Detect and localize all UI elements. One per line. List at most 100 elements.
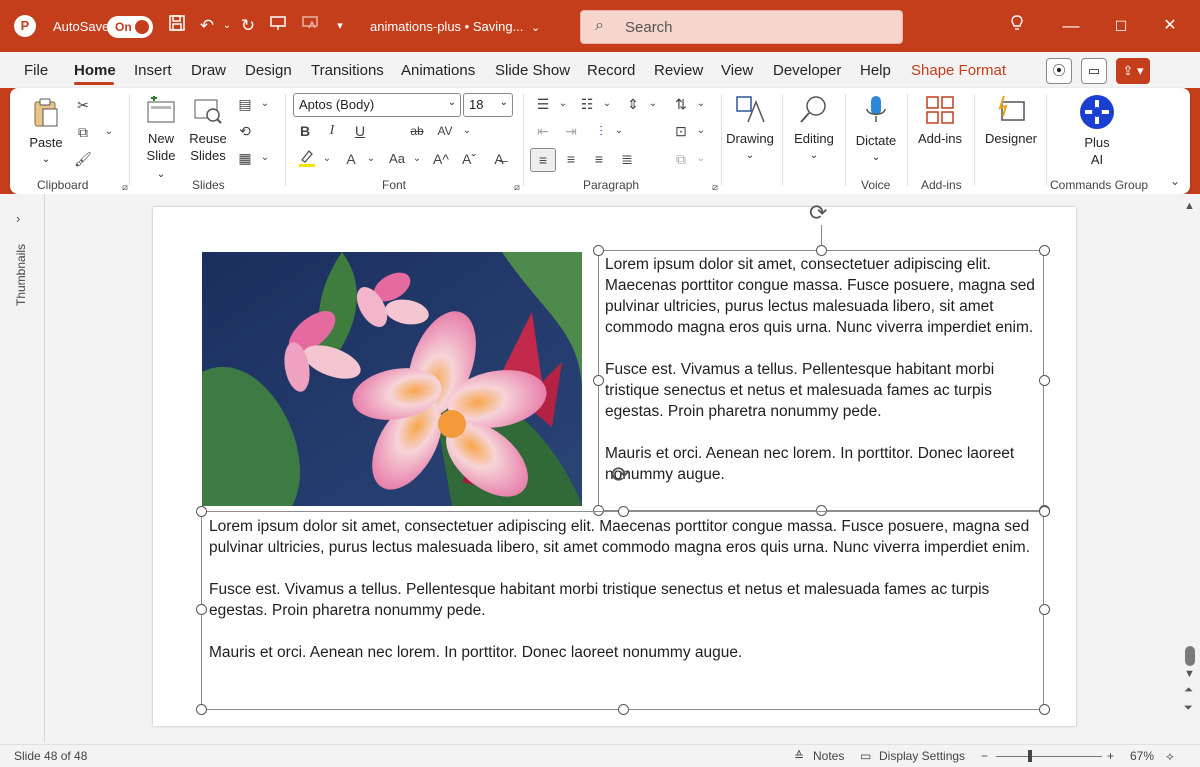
chevron-down-icon[interactable]: ⌄ bbox=[608, 120, 630, 142]
tab-slide-show[interactable]: Slide Show bbox=[495, 62, 570, 79]
tab-transitions[interactable]: Transitions bbox=[311, 62, 384, 79]
previous-slide-icon[interactable]: ⏶ bbox=[1184, 684, 1193, 697]
change-case-button[interactable]: Aa bbox=[386, 148, 408, 170]
chevron-down-icon[interactable]: ⌄ bbox=[690, 120, 712, 142]
chevron-down-icon[interactable]: ⌄ bbox=[406, 148, 428, 170]
grow-font-button[interactable]: A^ bbox=[430, 148, 452, 170]
align-right-icon[interactable]: ≡ bbox=[588, 148, 610, 170]
justify-icon[interactable]: ≣ bbox=[616, 148, 638, 170]
save-icon[interactable] bbox=[165, 14, 189, 38]
bottom-text-content[interactable]: Lorem ipsum dolor sit amet, consectetuer… bbox=[209, 516, 1039, 663]
resize-handle[interactable] bbox=[593, 375, 604, 386]
chevron-down-icon[interactable]: ⌄ bbox=[316, 148, 338, 170]
zoom-slider-track[interactable] bbox=[996, 756, 1102, 757]
text-direction-icon[interactable]: ⇅ bbox=[670, 93, 692, 115]
fit-to-window-icon[interactable]: ⟡ bbox=[1166, 749, 1174, 764]
plus-ai-button[interactable]: Plus AI bbox=[1068, 94, 1126, 168]
resize-handle[interactable] bbox=[1039, 506, 1050, 517]
tab-draw[interactable]: Draw bbox=[191, 62, 226, 79]
numbering-icon[interactable]: ☷ bbox=[576, 93, 598, 115]
vertical-scrollbar[interactable]: ▲ ▼ ⏶ ⏷ bbox=[1180, 194, 1200, 744]
tab-developer[interactable]: Developer bbox=[773, 62, 841, 79]
present-icon[interactable] bbox=[266, 14, 290, 38]
autosave-toggle[interactable]: On bbox=[107, 16, 153, 38]
drawing-button[interactable]: Drawing ⌄ bbox=[724, 94, 776, 164]
resize-handle[interactable] bbox=[816, 245, 827, 256]
chevron-down-icon[interactable]: ⌄ bbox=[690, 93, 712, 115]
tab-insert[interactable]: Insert bbox=[134, 62, 172, 79]
chevron-down-icon[interactable]: ⌄ bbox=[360, 148, 382, 170]
chevron-down-icon[interactable]: ⌄ bbox=[254, 93, 276, 115]
lightbulb-icon[interactable] bbox=[1005, 14, 1029, 38]
notes-icon[interactable]: ≙ bbox=[794, 749, 804, 763]
resize-handle[interactable] bbox=[593, 245, 604, 256]
chevron-down-icon[interactable]: ⌄ bbox=[456, 120, 478, 142]
resize-handle[interactable] bbox=[196, 604, 207, 615]
bold-button[interactable]: B bbox=[294, 120, 316, 142]
search-box[interactable]: ⌕ Search bbox=[580, 10, 903, 44]
expand-thumbnails-icon[interactable]: › bbox=[16, 211, 20, 226]
rotate-handle-icon[interactable]: ⟳ bbox=[611, 462, 629, 488]
notes-button[interactable]: Notes bbox=[813, 749, 844, 763]
add-ins-button[interactable]: Add-ins bbox=[913, 94, 967, 147]
increase-indent-icon[interactable]: ⇥ bbox=[560, 120, 582, 142]
record-icon[interactable]: ⦿ bbox=[1046, 58, 1072, 84]
editing-button[interactable]: Editing ⌄ bbox=[788, 94, 840, 164]
align-left-icon[interactable]: ≡ bbox=[530, 148, 556, 172]
resize-handle[interactable] bbox=[618, 506, 629, 517]
chevron-down-icon[interactable]: ⌄ bbox=[552, 93, 574, 115]
font-color-button[interactable]: A bbox=[340, 148, 362, 170]
tab-design[interactable]: Design bbox=[245, 62, 292, 79]
section-icon[interactable]: ▦ bbox=[234, 147, 256, 169]
font-name-select[interactable]: Aptos (Body) ⌄ bbox=[293, 93, 461, 117]
display-settings-icon[interactable]: ▭ bbox=[860, 749, 871, 763]
flower-image[interactable] bbox=[202, 252, 582, 506]
cut-icon[interactable]: ✂ bbox=[72, 94, 94, 116]
chevron-down-icon[interactable]: ⌄ bbox=[690, 148, 712, 170]
customize-qat-icon[interactable]: ▾ bbox=[328, 14, 352, 38]
redo-icon[interactable]: ↻ bbox=[236, 14, 260, 38]
tab-home[interactable]: Home bbox=[74, 62, 116, 79]
designer-button[interactable]: Designer bbox=[980, 94, 1042, 147]
layout-icon[interactable]: ▤ bbox=[234, 93, 256, 115]
dictate-button[interactable]: Dictate ⌄ bbox=[850, 94, 902, 166]
tab-file[interactable]: File bbox=[24, 62, 48, 79]
line-spacing-icon[interactable]: ⇕ bbox=[622, 93, 644, 115]
scroll-down-icon[interactable]: ▼ bbox=[1184, 668, 1195, 680]
zoom-slider-thumb[interactable] bbox=[1028, 750, 1032, 762]
collapse-ribbon-icon[interactable]: ⌄ bbox=[1164, 170, 1186, 192]
tab-shape-format[interactable]: Shape Format bbox=[911, 62, 1006, 79]
chevron-down-icon[interactable]: ⌄ bbox=[254, 147, 276, 169]
zoom-level[interactable]: 67% bbox=[1130, 749, 1154, 763]
format-painter-icon[interactable]: 🖌 bbox=[72, 148, 94, 170]
comments-icon[interactable]: ▭ bbox=[1081, 58, 1107, 84]
highlight-icon[interactable] bbox=[296, 148, 318, 170]
new-slide-button[interactable]: New Slide ⌄ bbox=[142, 95, 180, 183]
strikethrough-button[interactable]: ab bbox=[406, 120, 428, 142]
reset-icon[interactable]: ⟲ bbox=[234, 120, 256, 142]
chevron-down-icon[interactable]: ⌄ bbox=[642, 93, 664, 115]
resize-handle[interactable] bbox=[618, 704, 629, 715]
share-button[interactable]: ⇪ ▾ bbox=[1116, 58, 1150, 84]
scroll-thumb[interactable] bbox=[1185, 646, 1195, 666]
paste-button[interactable]: Paste ⌄ bbox=[26, 96, 66, 168]
zoom-in-button[interactable]: + bbox=[1107, 749, 1114, 763]
tab-help[interactable]: Help bbox=[860, 62, 891, 79]
italic-button[interactable]: I bbox=[321, 120, 343, 142]
maximize-icon[interactable]: ☐ bbox=[1109, 14, 1133, 38]
next-slide-icon[interactable]: ⏷ bbox=[1184, 702, 1193, 715]
right-text-content[interactable]: Lorem ipsum dolor sit amet, consectetuer… bbox=[605, 254, 1041, 485]
copy-icon[interactable]: ⧉ bbox=[72, 121, 94, 143]
resize-handle[interactable] bbox=[1039, 245, 1050, 256]
underline-button[interactable]: U bbox=[349, 120, 371, 142]
tab-record[interactable]: Record bbox=[587, 62, 635, 79]
rotate-handle-icon[interactable]: ⟳ bbox=[809, 200, 827, 226]
resize-handle[interactable] bbox=[196, 704, 207, 715]
minimize-icon[interactable]: — bbox=[1059, 14, 1083, 38]
chevron-down-icon[interactable]: ⌄ bbox=[98, 121, 120, 143]
bullets-icon[interactable]: ☰ bbox=[532, 93, 554, 115]
tab-view[interactable]: View bbox=[721, 62, 753, 79]
display-settings-button[interactable]: Display Settings bbox=[879, 749, 965, 763]
scroll-up-icon[interactable]: ▲ bbox=[1184, 200, 1195, 212]
resize-handle[interactable] bbox=[1039, 704, 1050, 715]
